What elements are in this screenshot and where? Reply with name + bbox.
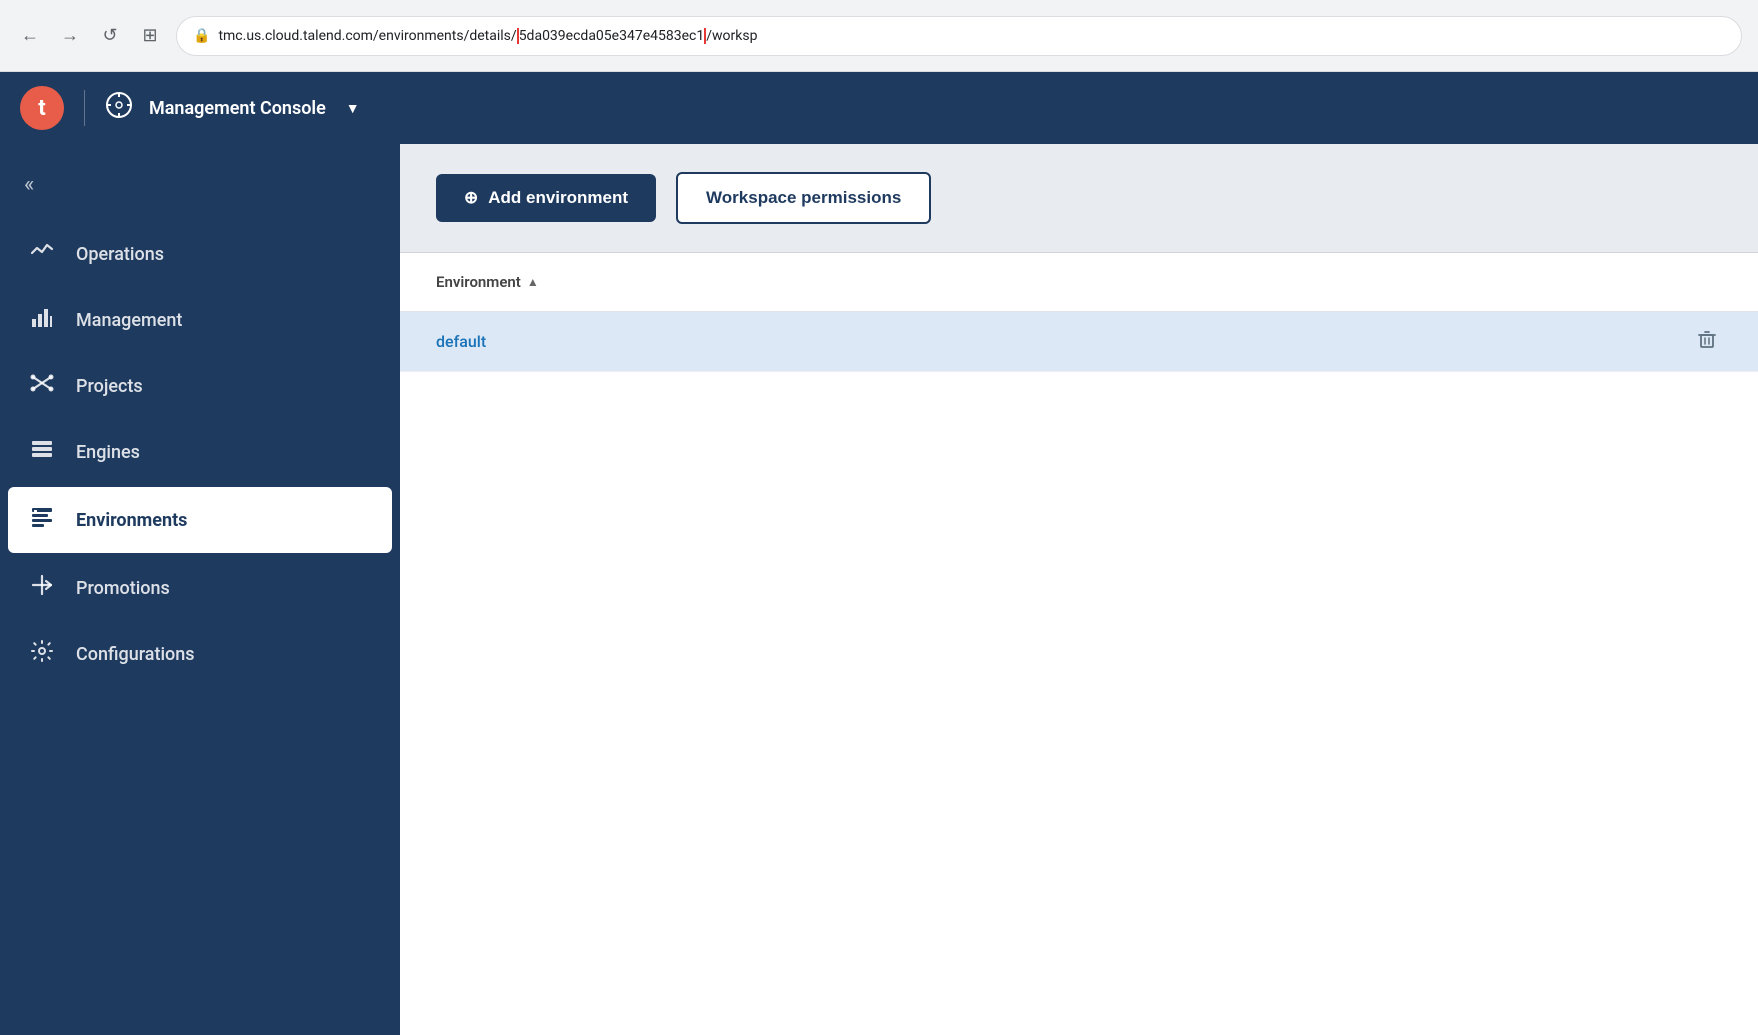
lock-icon: 🔒 xyxy=(193,28,210,44)
environment-name-link[interactable]: default xyxy=(436,332,1722,351)
grid-icon: ⊞ xyxy=(142,25,157,46)
table-header: Environment ▲ xyxy=(400,253,1758,312)
sidebar-label-engines: Engines xyxy=(76,442,140,463)
toolbar: ⊕ Add environment Workspace permissions xyxy=(400,144,1758,253)
add-environment-button[interactable]: ⊕ Add environment xyxy=(436,174,656,222)
sidebar-label-promotions: Promotions xyxy=(76,578,170,599)
table-area: Environment ▲ default xyxy=(400,253,1758,1035)
row-actions xyxy=(1692,324,1722,360)
main-area: « Operations xyxy=(0,144,1758,1035)
sidebar-item-promotions[interactable]: Promotions xyxy=(0,555,400,621)
nav-title: Management Console xyxy=(149,98,326,119)
engines-icon xyxy=(28,437,56,467)
back-icon: ← xyxy=(21,25,39,46)
back-button[interactable]: ← xyxy=(16,22,44,50)
management-icon xyxy=(28,305,56,335)
add-environment-label: Add environment xyxy=(488,188,628,208)
promotions-icon xyxy=(28,573,56,603)
operations-icon xyxy=(28,239,56,269)
content-area: ⊕ Add environment Workspace permissions … xyxy=(400,144,1758,1035)
sidebar-label-configurations: Configurations xyxy=(76,644,195,665)
add-icon: ⊕ xyxy=(464,188,478,208)
talend-logo: t xyxy=(20,86,64,130)
sidebar-item-configurations[interactable]: Configurations xyxy=(0,621,400,687)
sidebar-item-engines[interactable]: Engines xyxy=(0,419,400,485)
nav-chevron[interactable]: ▼ xyxy=(346,100,360,117)
grid-button[interactable]: ⊞ xyxy=(136,22,164,50)
workspace-permissions-button[interactable]: Workspace permissions xyxy=(676,172,931,224)
forward-icon: → xyxy=(61,25,79,46)
sort-arrow-icon: ▲ xyxy=(527,275,539,289)
browser-bar: ← → ↺ ⊞ 🔒 tmc.us.cloud.talend.com/enviro… xyxy=(0,0,1758,72)
sidebar-item-projects[interactable]: Projects xyxy=(0,353,400,419)
sidebar-label-management: Management xyxy=(76,310,182,331)
reload-button[interactable]: ↺ xyxy=(96,22,124,50)
projects-icon xyxy=(28,371,56,401)
delete-button[interactable] xyxy=(1692,324,1722,360)
sidebar-collapse-button[interactable]: « xyxy=(0,164,400,221)
address-text: tmc.us.cloud.talend.com/environments/det… xyxy=(218,28,1725,44)
sidebar: « Operations xyxy=(0,144,400,1035)
trash-icon xyxy=(1696,328,1718,350)
address-highlight: 5da039ecda05e347e4583ec1 xyxy=(517,28,707,44)
sidebar-label-projects: Projects xyxy=(76,376,143,397)
workspace-permissions-label: Workspace permissions xyxy=(706,188,901,207)
sidebar-label-environments: Environments xyxy=(76,510,187,531)
sidebar-item-operations[interactable]: Operations xyxy=(0,221,400,287)
compass-icon xyxy=(105,91,133,125)
address-bar[interactable]: 🔒 tmc.us.cloud.talend.com/environments/d… xyxy=(176,16,1742,56)
reload-icon: ↺ xyxy=(102,25,117,46)
environment-header-label: Environment xyxy=(436,273,521,291)
sidebar-item-environments[interactable]: Environments xyxy=(8,487,392,553)
configurations-icon xyxy=(28,639,56,669)
table-row[interactable]: default xyxy=(400,312,1758,372)
environment-column-header[interactable]: Environment ▲ xyxy=(436,273,539,291)
sidebar-item-management[interactable]: Management xyxy=(0,287,400,353)
sidebar-label-operations: Operations xyxy=(76,244,164,265)
forward-button[interactable]: → xyxy=(56,22,84,50)
top-nav: t Management Console ▼ xyxy=(0,72,1758,144)
collapse-icon: « xyxy=(24,172,34,197)
nav-divider xyxy=(84,90,85,126)
app-container: t Management Console ▼ « xyxy=(0,72,1758,1035)
environments-icon xyxy=(28,505,56,535)
